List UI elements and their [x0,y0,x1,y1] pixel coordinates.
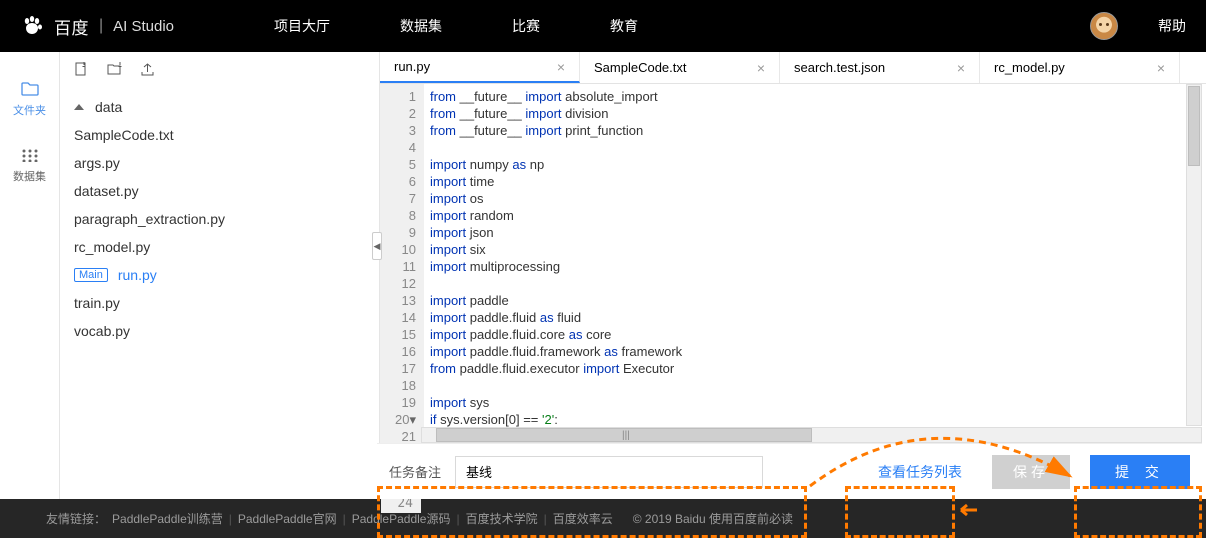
footer-link[interactable]: PaddlePaddle官网 [238,510,337,527]
rail-files[interactable]: 文件夹 [13,82,46,118]
close-icon[interactable]: × [1157,60,1165,76]
file-item[interactable]: rc_model.py [60,233,379,261]
folder-caret-icon [74,104,84,110]
close-icon[interactable]: × [557,59,565,75]
nav-competitions[interactable]: 比赛 [512,16,540,36]
logo-text: 百度 [54,14,89,39]
file-item[interactable]: paragraph_extraction.py [60,205,379,233]
nav-education[interactable]: 教育 [610,16,638,36]
h-scrollbar[interactable]: ||| [421,427,1202,443]
v-scrollbar[interactable] [1186,84,1202,426]
file-item[interactable]: train.py [60,289,379,317]
file-item[interactable]: vocab.py [60,317,379,345]
folder-data[interactable]: data [60,93,379,121]
v-scroll-thumb[interactable] [1188,86,1200,166]
file-item-run[interactable]: Mainrun.py [60,261,379,289]
paw-icon [20,14,44,38]
footer-prefix: 友情链接： [46,510,106,527]
top-nav: 项目大厅 数据集 比赛 教育 [274,16,1090,36]
logo[interactable]: 百度 | AI Studio [20,14,174,39]
file-item[interactable]: dataset.py [60,177,379,205]
file-tree: data SampleCode.txt args.py dataset.py p… [60,87,379,499]
nav-projects[interactable]: 项目大厅 [274,16,330,36]
collapse-sidebar-icon[interactable]: ◀ [372,232,382,260]
footer: 友情链接： PaddlePaddle训练营| PaddlePaddle官网| P… [0,499,1206,538]
avatar[interactable] [1090,12,1118,40]
task-bar: 任务备注 查看任务列表 保存 提 交 [377,443,1202,499]
folder-icon [21,82,39,96]
task-note-label: 任务备注 [389,462,441,481]
nav-datasets[interactable]: 数据集 [400,16,442,36]
logo-sub: AI Studio [113,18,174,35]
new-file-icon[interactable] [74,62,89,77]
footer-copyright: © 2019 Baidu 使用百度前必读 [633,510,793,527]
view-task-list-link[interactable]: 查看任务列表 [878,462,962,482]
close-icon[interactable]: × [957,60,965,76]
footer-link[interactable]: PaddlePaddle训练营 [112,510,223,527]
upload-icon[interactable] [140,62,155,77]
close-icon[interactable]: × [757,60,765,76]
left-rail: 文件夹 数据集 [0,52,60,499]
tab-SampleCode-txt[interactable]: SampleCode.txt× [580,52,780,83]
editor-tabs: run.py×SampleCode.txt×search.test.json×r… [380,52,1206,84]
help-link[interactable]: 帮助 [1158,16,1186,36]
new-folder-icon[interactable] [107,62,122,77]
tab-search-test-json[interactable]: search.test.json× [780,52,980,83]
task-note-input[interactable] [455,456,763,488]
footer-link[interactable]: 百度技术学院 [466,510,538,527]
sidebar-toolbar [60,52,379,87]
save-button[interactable]: 保存 [992,455,1070,489]
main-badge: Main [74,268,108,282]
file-item[interactable]: SampleCode.txt [60,121,379,149]
file-sidebar: data SampleCode.txt args.py dataset.py p… [60,52,380,499]
footer-link[interactable]: 百度效率云 [553,510,613,527]
tab-rc_model-py[interactable]: rc_model.py× [980,52,1180,83]
dataset-icon [21,148,39,162]
tab-run-py[interactable]: run.py× [380,52,580,83]
submit-button[interactable]: 提 交 [1090,455,1190,489]
arrow-left-icon [955,502,979,526]
file-item[interactable]: args.py [60,149,379,177]
header: 百度 | AI Studio 项目大厅 数据集 比赛 教育 帮助 [0,0,1206,52]
rail-datasets[interactable]: 数据集 [13,148,46,184]
line-gutter: 1234567891011121314151617181920▾212223 [380,84,424,499]
